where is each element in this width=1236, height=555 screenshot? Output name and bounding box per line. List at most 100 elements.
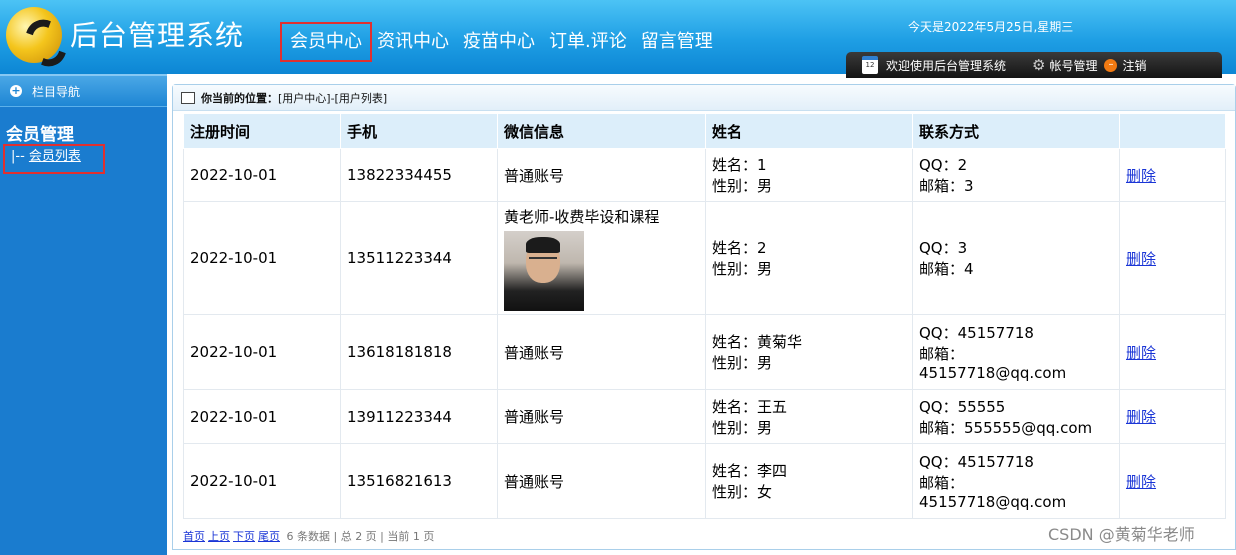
cell-action: 删除 — [1119, 389, 1226, 444]
logo-icon — [6, 7, 75, 74]
gender-text: 性别：男 — [712, 260, 773, 278]
nav-vaccine-center[interactable]: 疫苗中心 — [456, 24, 542, 60]
user-bar: 12 欢迎使用后台管理系统 ⚙ 帐号管理 – 注销 — [846, 52, 1222, 78]
sidebar-header: + 栏目导航 — [0, 76, 167, 107]
col-header-action — [1119, 113, 1226, 149]
plus-icon: + — [10, 84, 22, 97]
col-header-register-time: 注册时间 — [183, 113, 341, 149]
cell-name: 姓名：李四性别：女 — [705, 443, 913, 519]
delete-link[interactable]: 删除 — [1126, 167, 1156, 185]
nav-messages[interactable]: 留言管理 — [634, 24, 720, 60]
cell-date: 2022-10-01 — [183, 443, 341, 519]
tree-prefix: |-- — [11, 149, 25, 164]
logout-icon: – — [1104, 58, 1118, 72]
cell-name: 姓名：王五性别：男 — [705, 389, 913, 444]
sidebar-item-member-list[interactable]: |-- 会员列表 — [3, 144, 105, 174]
nav-orders-comments[interactable]: 订单.评论 — [542, 24, 634, 60]
table-row: 2022-10-01 13516821613 普通账号 姓名：李四性别：女 QQ… — [183, 443, 1226, 519]
account-link[interactable]: 帐号管理 — [1049, 57, 1097, 74]
content-panel: 你当前的位置： [用户中心]-[用户列表] 注册时间 手机 微信信息 姓名 联系… — [172, 84, 1236, 550]
gender-text: 性别：男 — [712, 177, 773, 195]
name-text: 姓名：2 — [712, 239, 767, 257]
name-text: 姓名：王五 — [712, 397, 788, 416]
member-table: 注册时间 手机 微信信息 姓名 联系方式 2022-10-01 13822334… — [183, 113, 1226, 519]
brand-title: 后台管理系统 — [70, 19, 245, 52]
cell-action: 删除 — [1119, 201, 1226, 315]
col-header-contact: 联系方式 — [912, 113, 1120, 149]
cell-date: 2022-10-01 — [183, 201, 341, 315]
gender-text: 性别：男 — [712, 354, 773, 372]
cell-contact: QQ：3 邮箱：4 — [912, 201, 1120, 315]
cell-phone: 13822334455 — [340, 148, 498, 202]
current-date: 今天是2022年5月25日,星期三 — [908, 20, 1074, 34]
qq-text: QQ：55555 — [919, 397, 1006, 416]
cell-contact: QQ：2 邮箱：3 — [912, 148, 1120, 202]
gender-text: 性别：女 — [712, 483, 773, 501]
gear-icon: ⚙ — [1032, 56, 1046, 74]
watermark-text: CSDN @黄菊华老师 — [1048, 525, 1195, 544]
email-text: 邮箱：555555@qq.com — [919, 418, 1093, 437]
nav-member-center[interactable]: 会员中心 — [280, 22, 372, 62]
sidebar-item-label[interactable]: 会员列表 — [29, 149, 81, 164]
cell-contact: QQ：45157718 邮箱：45157718@qq.com — [912, 314, 1120, 390]
breadcrumb-path: [用户中心]-[用户列表] — [278, 91, 388, 105]
nav-news-center[interactable]: 资讯中心 — [370, 24, 456, 60]
qq-text: QQ：45157718 — [919, 453, 1034, 471]
delete-link[interactable]: 删除 — [1126, 344, 1156, 362]
gender-text: 性别：男 — [712, 418, 773, 437]
cell-wechat: 黄老师-收费毕设和课程 — [497, 201, 706, 315]
breadcrumb: 你当前的位置： [用户中心]-[用户列表] — [173, 85, 1235, 111]
wechat-nickname: 黄老师-收费毕设和课程 — [504, 207, 660, 226]
logout-link[interactable]: 注销 — [1122, 57, 1146, 74]
breadcrumb-label: 你当前的位置： — [201, 91, 278, 105]
cell-date: 2022-10-01 — [183, 389, 341, 444]
first-page-link[interactable]: 首页 — [183, 530, 205, 543]
sidebar-title: 栏目导航 — [32, 84, 81, 99]
cell-contact: QQ：45157718 邮箱：45157718@qq.com — [912, 443, 1120, 519]
col-header-name: 姓名 — [705, 113, 913, 149]
welcome-text: 欢迎使用后台管理系统 — [886, 58, 1007, 73]
qq-text: QQ：2 — [919, 156, 968, 174]
cell-wechat: 普通账号 — [497, 314, 706, 390]
col-header-phone: 手机 — [340, 113, 498, 149]
cell-phone: 13618181818 — [340, 314, 498, 390]
avatar — [504, 230, 584, 311]
sidebar: + 栏目导航 会员管理 |-- 会员列表 — [0, 74, 167, 555]
cell-wechat: 普通账号 — [497, 389, 706, 444]
table-header-row: 注册时间 手机 微信信息 姓名 联系方式 — [183, 113, 1226, 149]
email-text: 邮箱：3 — [919, 177, 974, 195]
col-header-wechat: 微信信息 — [497, 113, 706, 149]
email-text: 邮箱：45157718@qq.com — [919, 345, 1067, 382]
cell-date: 2022-10-01 — [183, 314, 341, 390]
delete-link[interactable]: 删除 — [1126, 250, 1156, 268]
name-text: 姓名：黄菊华 — [712, 333, 803, 351]
top-nav: 会员中心 资讯中心 疫苗中心 订单.评论 留言管理 — [280, 22, 720, 62]
next-page-link[interactable]: 下页 — [233, 530, 255, 543]
sidebar-group-title: 会员管理 — [6, 125, 74, 145]
page-icon — [181, 91, 195, 104]
cell-contact: QQ：55555 邮箱：555555@qq.com — [912, 389, 1120, 444]
qq-text: QQ：3 — [919, 239, 968, 257]
table-row: 2022-10-01 13822334455 普通账号 姓名：1 性别：男 QQ：… — [183, 148, 1226, 202]
delete-link[interactable]: 删除 — [1126, 473, 1156, 491]
cell-wechat: 普通账号 — [497, 443, 706, 519]
cell-action: 删除 — [1119, 314, 1226, 390]
email-text: 邮箱：45157718@qq.com — [919, 474, 1067, 511]
calendar-icon: 12 — [862, 56, 878, 74]
cell-phone: 13911223344 — [340, 389, 498, 444]
cell-phone: 13516821613 — [340, 443, 498, 519]
delete-link[interactable]: 删除 — [1126, 408, 1156, 426]
cell-name: 姓名：1 性别：男 — [705, 148, 913, 202]
table-row: 2022-10-01 13911223344 普通账号 姓名：王五性别：男 QQ… — [183, 389, 1226, 444]
table-row: 2022-10-01 13511223344 黄老师-收费毕设和课程 姓名：2 性… — [183, 201, 1226, 315]
name-text: 姓名：1 — [712, 156, 767, 174]
email-text: 邮箱：4 — [919, 260, 974, 278]
top-header: 后台管理系统 会员中心 资讯中心 疫苗中心 订单.评论 留言管理 今天是2022… — [0, 0, 1236, 78]
pagination-summary: 6 条数据 | 总 2 页 | 当前 1 页 — [286, 530, 435, 543]
qq-text: QQ：45157718 — [919, 324, 1034, 342]
last-page-link[interactable]: 尾页 — [258, 530, 280, 543]
prev-page-link[interactable]: 上页 — [208, 530, 230, 543]
name-text: 姓名：李四 — [712, 462, 788, 480]
cell-name: 姓名：黄菊华 性别：男 — [705, 314, 913, 390]
cell-name: 姓名：2 性别：男 — [705, 201, 913, 315]
